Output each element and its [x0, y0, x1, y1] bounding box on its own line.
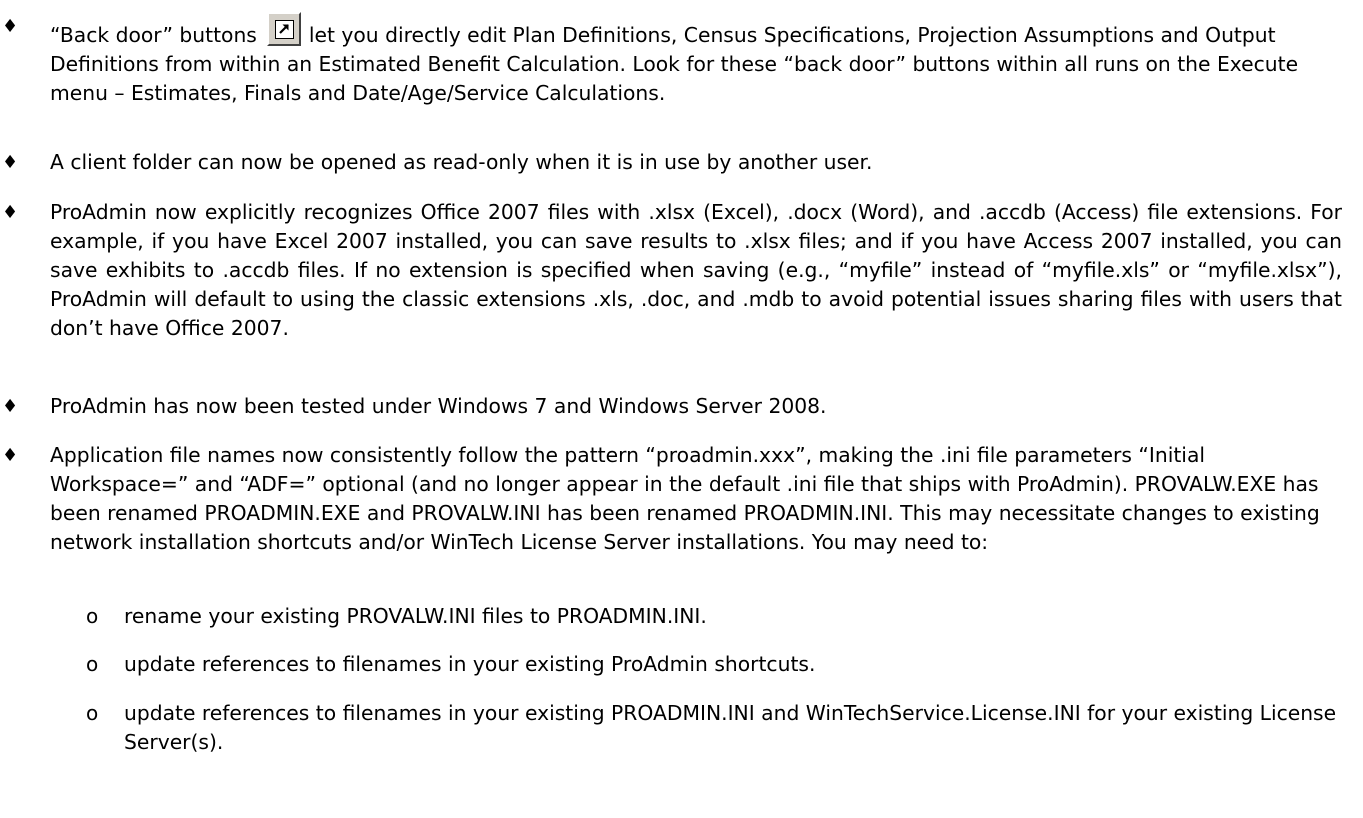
bullet-diamond-icon: ♦: [2, 202, 19, 223]
document-page: ♦ “Back door” buttons let you directly ed…: [0, 0, 1363, 818]
bullet-diamond-icon: ♦: [2, 396, 19, 417]
text-before-icon: “Back door” buttons: [50, 23, 257, 47]
paragraph-file-names: Application file names now consistently …: [50, 443, 1320, 554]
paragraph-windows-testing: ProAdmin has now been tested under Windo…: [50, 394, 827, 418]
paragraph-office-2007: ProAdmin now explicitly recognizes Offic…: [50, 200, 1342, 340]
bullet-diamond-icon: ♦: [2, 16, 19, 37]
bullet-diamond-icon: ♦: [2, 445, 19, 466]
sub-bullet-circle-icon: o: [86, 652, 99, 676]
paragraph-read-only-folder: A client folder can now be opened as rea…: [50, 150, 873, 174]
sub-item-update-shortcuts: update references to filenames in your e…: [124, 652, 816, 676]
sub-item-rename-ini: rename your existing PROVALW.INI files t…: [124, 604, 707, 628]
sub-item-update-license-server: update references to filenames in your e…: [124, 701, 1337, 754]
paragraph-back-door-buttons: “Back door” buttons let you directly edit…: [50, 12, 1342, 108]
shortcut-arrow-icon: [266, 12, 301, 46]
bullet-diamond-icon: ♦: [2, 152, 19, 173]
sub-bullet-circle-icon: o: [86, 701, 99, 725]
sub-bullet-circle-icon: o: [86, 604, 99, 628]
